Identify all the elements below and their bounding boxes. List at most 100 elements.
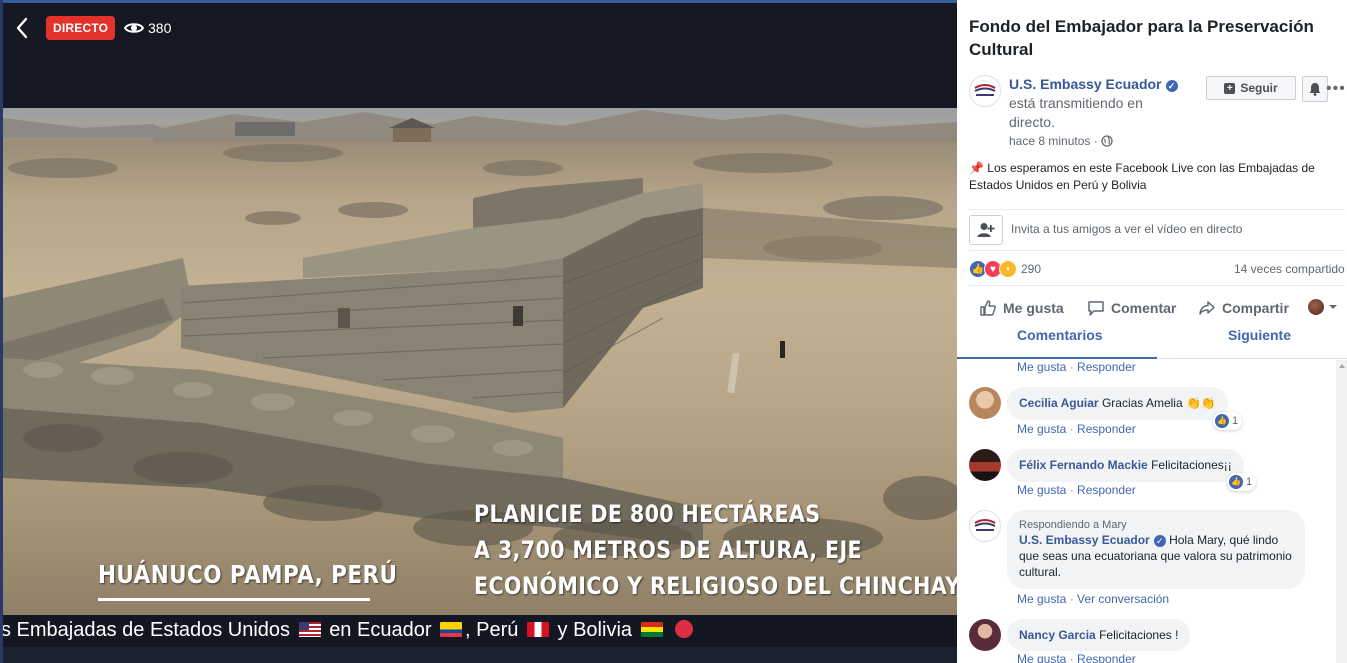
share-icon — [1199, 301, 1215, 315]
verified-badge-icon: ✓ — [1165, 80, 1178, 92]
verified-badge-icon: ✓ — [1153, 535, 1166, 547]
follow-plus-icon: + — [1224, 82, 1236, 94]
comment-bubble: Félix Fernando Mackie Felicitaciones¡¡ — [1007, 449, 1244, 482]
viewer-count: 380 — [124, 17, 171, 39]
comment-label: Comentar — [1111, 300, 1177, 316]
comment-actions: Me gusta · Responder — [1017, 422, 1136, 436]
like-count-value: 1 — [1232, 415, 1239, 427]
tab-following[interactable]: Siguiente — [1228, 327, 1291, 343]
news-ticker: s Embajadas de Estados Unidos en Ecuador… — [3, 615, 957, 647]
ticker-text-4: y Bolivia — [557, 619, 633, 641]
comment-reply-link[interactable]: Responder — [1077, 422, 1136, 436]
post-message-text: Los esperamos en este Facebook Live con … — [969, 161, 1315, 192]
post-message: 📌 Los esperamos en este Facebook Live co… — [969, 160, 1341, 194]
bolivia-flag-icon — [640, 622, 663, 637]
comment-like-link[interactable]: Me gusta — [1017, 422, 1066, 436]
follow-button[interactable]: + Seguir — [1206, 76, 1296, 100]
invite-friends-text[interactable]: Invita a tus amigos a ver el vídeo en di… — [1011, 222, 1242, 236]
like-count-value: 1 — [1246, 476, 1253, 488]
comment-reply-link[interactable]: Responder — [1077, 652, 1136, 663]
share-count[interactable]: 14 veces compartido — [1234, 262, 1345, 276]
view-conversation-link[interactable]: Ver conversación — [1077, 592, 1169, 606]
invite-friends-button[interactable] — [969, 215, 1003, 245]
page-name-link[interactable]: U.S. Embassy Ecuador ✓ — [1009, 76, 1178, 92]
ecuador-flag-icon — [440, 622, 463, 637]
live-status-text: está transmitiendo en directo. — [1009, 95, 1143, 130]
page-name-text[interactable]: U.S. Embassy Ecuador — [1009, 76, 1162, 92]
comment-actions: Me gusta · Responder — [1017, 483, 1136, 497]
comment-button[interactable]: Comentar — [1087, 298, 1176, 318]
ticker-text-1: s Embajadas de Estados Unidos — [3, 619, 291, 641]
post-title: Fondo del Embajador para la Preservación… — [969, 17, 1314, 59]
back-button[interactable] — [12, 15, 34, 41]
thumbs-up-icon — [980, 300, 996, 316]
comment-text: Felicitaciones ! — [1099, 628, 1179, 642]
comment-text: Gracias Amelia — [1101, 396, 1183, 410]
wow-reaction-icon: • — [999, 260, 1017, 278]
comment-like-link[interactable]: Me gusta — [1017, 592, 1066, 606]
commenter-name[interactable]: U.S. Embassy Ecuador — [1019, 533, 1150, 547]
comment-like-link[interactable]: Me gusta — [1017, 483, 1066, 497]
info-caption-line-1: PLANICIE DE 800 HECTÁREAS — [474, 500, 821, 528]
replying-to-label: Respondiendo a Mary — [1019, 519, 1127, 531]
share-button[interactable]: Compartir — [1198, 298, 1289, 318]
page-avatar[interactable] — [969, 75, 1001, 107]
peru-flag-icon — [526, 622, 549, 637]
chevron-left-icon — [16, 17, 28, 39]
commenter-avatar[interactable] — [969, 510, 1001, 542]
divider — [969, 209, 1345, 210]
comment-text: Felicitaciones¡¡ — [1151, 458, 1232, 472]
comment-like-link[interactable]: Me gusta — [1017, 360, 1066, 374]
comment-like-count[interactable]: 👍 1 — [1227, 473, 1257, 491]
reaction-count[interactable]: 290 — [1021, 262, 1041, 276]
ticker-text-2: en Ecuador — [329, 619, 432, 641]
post-sidebar: Fondo del Embajador para la Preservación… — [957, 0, 1347, 663]
pin-icon: 📌 — [969, 161, 984, 175]
player-controls-bar — [3, 647, 957, 663]
share-label: Compartir — [1222, 300, 1289, 316]
clapping-hands-icon: 👏👏 — [1185, 396, 1216, 410]
comment-icon — [1088, 301, 1104, 316]
tab-comments[interactable]: Comentarios — [1017, 327, 1103, 343]
scroll-up-arrow-icon[interactable] — [1339, 364, 1345, 368]
info-caption-line-2: A 3,700 METROS DE ALTURA, EJE — [474, 536, 862, 564]
like-button[interactable]: Me gusta — [979, 298, 1064, 318]
video-player[interactable]: DIRECTO 380 HUÁNUCO PAMPA, PERÚ PLANICIE… — [0, 0, 957, 663]
ticker-text-3: , Perú — [465, 619, 519, 641]
comment-like-link[interactable]: Me gusta — [1017, 652, 1066, 663]
info-caption-line-3: ECONÓMICO Y RELIGIOSO DEL CHINCHAYSUYO. — [474, 572, 957, 600]
commenter-avatar[interactable] — [969, 387, 1001, 419]
live-badge: DIRECTO — [46, 16, 116, 40]
embassy-logo-icon — [974, 519, 996, 531]
comment-as-selector[interactable] — [1308, 299, 1338, 315]
commenter-name[interactable]: Félix Fernando Mackie — [1019, 458, 1148, 472]
divider — [969, 250, 1345, 251]
comments-scrollbar[interactable] — [1336, 360, 1347, 663]
us-flag-icon — [298, 622, 321, 637]
more-options-icon[interactable]: ••• — [1326, 80, 1346, 98]
like-badge-icon: 👍 — [1215, 414, 1229, 428]
notifications-button[interactable] — [1302, 76, 1328, 102]
comment-actions: Me gusta · Responder — [1017, 360, 1136, 374]
comment-bubble: Nancy Garcia Felicitaciones ! — [1007, 619, 1191, 651]
post-timestamp[interactable]: hace 8 minutos · — [1009, 134, 1113, 148]
commenter-name[interactable]: Cecilia Aguiar — [1019, 396, 1099, 410]
comment-like-count[interactable]: 👍 1 — [1213, 412, 1243, 430]
comment-bubble: Cecilia Aguiar Gracias Amelia 👏👏 — [1007, 387, 1228, 420]
post-time-text[interactable]: hace 8 minutos · — [1009, 134, 1101, 148]
comment-bubble: Respondiendo a Mary U.S. Embassy Ecuador… — [1007, 510, 1305, 589]
active-tab-indicator — [957, 357, 1157, 359]
bell-icon — [1309, 83, 1321, 96]
commenter-name[interactable]: Nancy Garcia — [1019, 628, 1096, 642]
embassy-logo-icon — [974, 84, 996, 96]
comment-reply-link[interactable]: Responder — [1077, 483, 1136, 497]
commenter-avatar[interactable] — [969, 619, 1001, 651]
comment-reply-link[interactable]: Responder — [1077, 360, 1136, 374]
comment-actions: Me gusta · Ver conversación — [1017, 592, 1170, 606]
add-friend-icon — [977, 223, 995, 237]
reaction-icons[interactable]: 👍 ♥ • — [969, 260, 1017, 278]
globe-icon — [1101, 135, 1113, 147]
viewer-count-value: 380 — [148, 20, 172, 36]
commenter-avatar[interactable] — [969, 449, 1001, 481]
comment-actions: Me gusta · Responder — [1017, 652, 1136, 663]
